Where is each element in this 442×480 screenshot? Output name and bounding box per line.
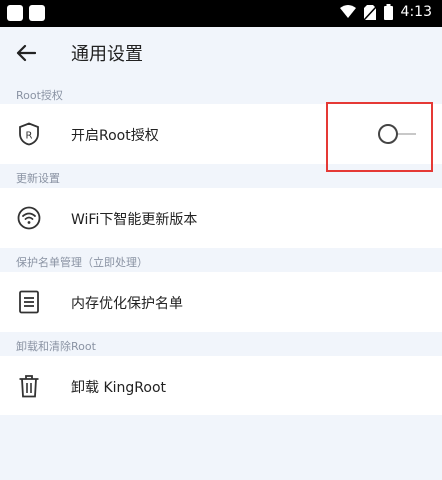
root-auth-label: 开启Root授权 <box>71 128 159 144</box>
wifi-icon <box>16 205 42 231</box>
empty-background <box>0 415 442 480</box>
list-document-icon <box>16 289 42 315</box>
svg-text:R: R <box>26 131 33 142</box>
uninstall-label: 卸载 KingRoot <box>71 380 166 396</box>
setting-row-wifi-update[interactable]: WiFi下智能更新版本 <box>0 188 442 248</box>
arrow-left-icon <box>16 44 36 62</box>
section-header-update: 更新设置 <box>16 172 60 185</box>
notification-icon <box>29 5 45 21</box>
section-header-protect-list: 保护名单管理（立即处理） <box>16 256 148 269</box>
page-title: 通用设置 <box>71 44 143 65</box>
wifi-update-label: WiFi下智能更新版本 <box>71 212 198 228</box>
trash-icon <box>16 373 42 399</box>
clock: 4:13 <box>400 4 432 20</box>
status-bar: 4:13 <box>0 0 442 27</box>
notification-icon <box>7 5 23 21</box>
section-header-root: Root授权 <box>16 89 63 102</box>
no-sim-icon <box>363 4 376 20</box>
battery-icon <box>383 4 393 20</box>
setting-row-protect-list[interactable]: 内存优化保护名单 <box>0 272 442 332</box>
wifi-signal-icon <box>339 5 356 18</box>
back-button[interactable] <box>12 39 40 67</box>
protect-list-label: 内存优化保护名单 <box>71 296 183 312</box>
setting-row-uninstall[interactable]: 卸载 KingRoot <box>0 356 442 416</box>
app-header: 通用设置 <box>0 27 442 79</box>
root-shield-icon: R <box>16 121 42 147</box>
section-header-uninstall: 卸载和清除Root <box>16 340 96 353</box>
highlight-box <box>326 102 433 172</box>
notification-icons <box>7 5 45 21</box>
